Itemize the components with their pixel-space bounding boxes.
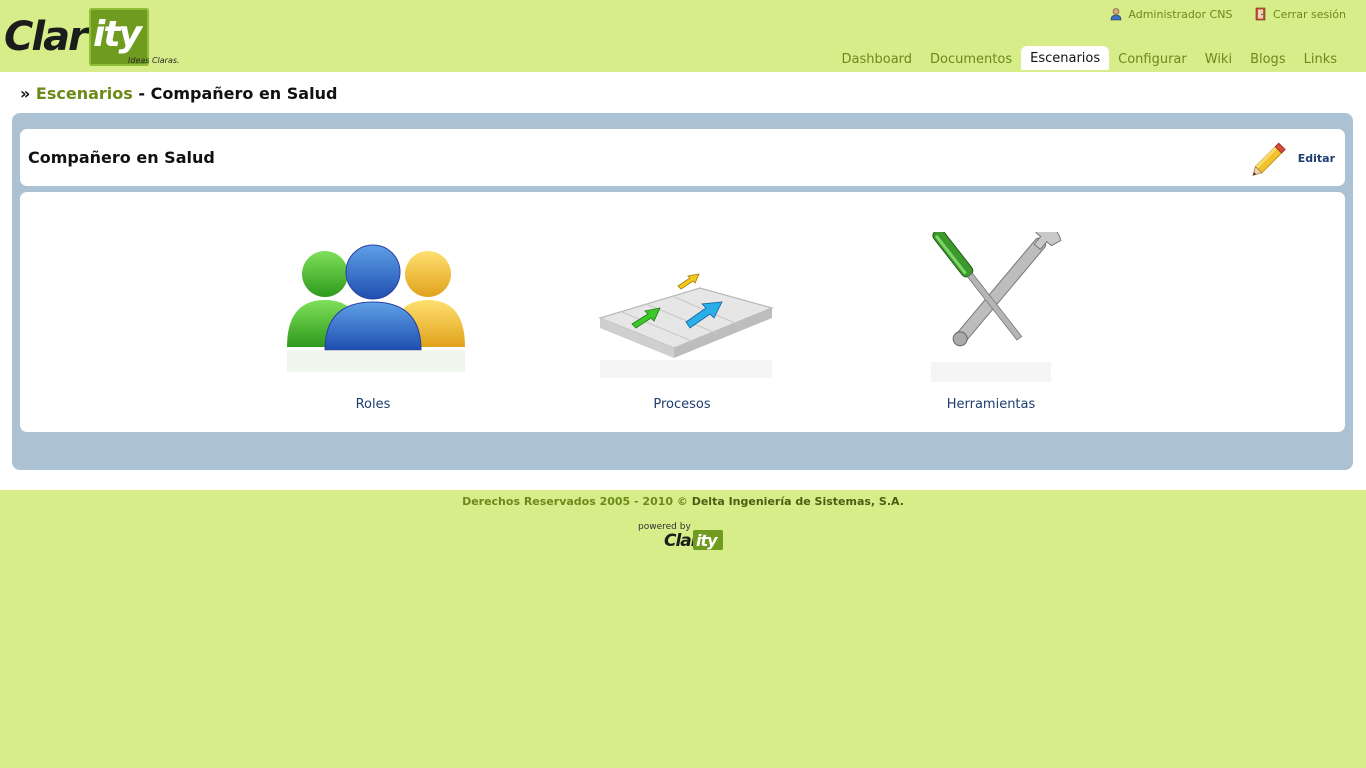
scenario-items: Roles Procesos Herramientas (20, 192, 1345, 432)
procesos-item[interactable]: Procesos (582, 232, 782, 412)
procesos-label: Procesos (653, 397, 711, 412)
tab-escenarios[interactable]: Escenarios (1021, 46, 1110, 70)
content-area: » Escenarios - Compañero en Salud Compañ… (0, 72, 1366, 490)
door-exit-icon (1255, 7, 1266, 21)
header: Clar ity Ideas Claras. Administrador CNS… (0, 0, 1366, 72)
herramientas-label: Herramientas (946, 397, 1036, 412)
tab-blogs[interactable]: Blogs (1241, 46, 1295, 70)
scenario-title-box: Compañero en Salud Editar (20, 129, 1345, 186)
scenario-panel: Compañero en Salud Editar Roles Procesos… (12, 113, 1353, 470)
breadcrumb-separator: - (138, 84, 146, 103)
people-icon (287, 244, 465, 372)
breadcrumb-link-escenarios[interactable]: Escenarios (36, 84, 133, 103)
logo-text: Clar (4, 14, 88, 60)
footer-company: Delta Ingeniería de Sistemas, S.A. (691, 495, 904, 508)
breadcrumb-prefix: » (20, 84, 31, 103)
edit-button[interactable]: Editar (1250, 137, 1335, 179)
logout-link[interactable]: Cerrar sesión (1254, 7, 1346, 21)
logo-tagline: Ideas Claras. (128, 56, 180, 65)
main-nav-tabs: Dashboard Documentos Escenarios Configur… (833, 46, 1347, 70)
scenario-title: Compañero en Salud (28, 148, 215, 167)
herramientas-item[interactable]: Herramientas (891, 232, 1091, 412)
tab-wiki[interactable]: Wiki (1196, 46, 1241, 70)
footer-rights: Derechos Reservados 2005 - 2010 © (462, 495, 688, 508)
tab-documentos[interactable]: Documentos (921, 46, 1021, 70)
tab-dashboard[interactable]: Dashboard (833, 46, 922, 70)
tab-configurar[interactable]: Configurar (1109, 46, 1196, 70)
roles-item[interactable]: Roles (273, 232, 473, 412)
clarity-logo[interactable]: Clar ity Ideas Claras. (4, 6, 180, 68)
pencil-icon (1252, 142, 1286, 176)
edit-label: Editar (1297, 151, 1335, 165)
tools-icon (931, 232, 1062, 382)
logout-label: Cerrar sesión (1272, 7, 1346, 21)
user-name: Administrador CNS (1128, 7, 1233, 21)
user-link[interactable]: Administrador CNS (1109, 7, 1232, 21)
breadcrumb: » Escenarios - Compañero en Salud (20, 84, 337, 103)
user-icon (1111, 8, 1122, 21)
user-bar: Administrador CNS Cerrar sesión (1091, 7, 1346, 24)
roles-label: Roles (355, 397, 391, 412)
breadcrumb-current: Compañero en Salud (150, 84, 338, 103)
process-arrows-icon (598, 273, 774, 378)
powered-logo-badge: ity (693, 530, 723, 550)
powered-logo-badge-text: ity (696, 531, 718, 550)
tab-links[interactable]: Links (1295, 46, 1346, 70)
footer: Derechos Reservados 2005 - 2010 © Delta … (0, 495, 1366, 508)
logo-badge-text: ity (93, 14, 142, 55)
powered-by-logo[interactable]: powered by Clar ity (636, 522, 731, 556)
